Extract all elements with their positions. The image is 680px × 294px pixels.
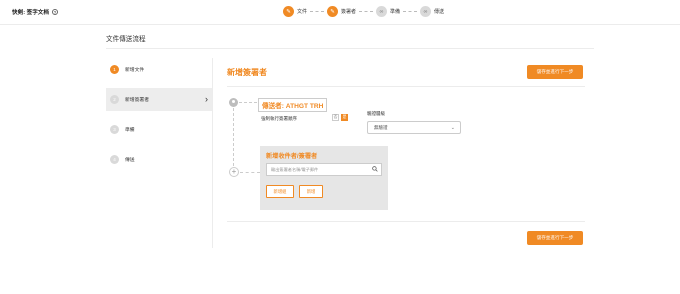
add-recipient-title: 新增收件者/簽署者 [266,153,318,160]
search-icon [372,166,378,172]
verification-level-label: 驗證層級 [367,111,385,116]
recipient-search-input[interactable]: 輸出簽署者名稱/電子郵件 [266,163,382,176]
step-document[interactable]: ✎ 文件 [283,6,307,17]
link-icon: ∞ [420,6,432,17]
nav-item-prepare[interactable]: 3 準備 [106,118,212,141]
nav-item-add-document[interactable]: 1 新增文件 [106,58,212,81]
section-title: 新增簽署者 [227,68,267,77]
step-number-badge: 2 [110,95,119,104]
nav-item-label: 新增文件 [125,68,145,73]
toggle-on-option[interactable]: 是 [341,114,348,121]
connector-line [240,172,260,173]
nav-item-send[interactable]: 4 傳送 [106,148,212,171]
nav-item-add-signers[interactable]: 2 新增簽署者 › [106,88,212,111]
chevron-down-icon: ⌄ [450,125,455,131]
step-label: 傳送 [434,9,445,15]
link-icon: ∞ [376,6,388,17]
step-connector [359,11,374,12]
search-placeholder: 輸出簽署者名稱/電子郵件 [271,166,319,172]
save-and-next-button-bottom[interactable]: 儲存並進行下一步 [527,231,583,245]
step-number-badge: 1 [110,65,119,74]
step-send[interactable]: ∞ 傳送 [420,6,444,17]
page-title: 文件傳送流程 [106,36,146,43]
step-connector [310,11,325,12]
signer-icon: ✎ [327,6,339,17]
add-button[interactable]: 新增 [299,185,323,198]
help-circle-icon[interactable]: ? [51,9,58,15]
divider [106,48,594,49]
signing-order-toggle[interactable]: 否 是 [332,114,348,121]
sender-label: 傳送者: ATHGT TRH [258,98,328,112]
step-number-badge: 3 [110,125,119,134]
progress-steps: ✎ 文件 ✎ 簽署者 ∞ 準備 ∞ 傳送 [283,6,444,17]
document-icon: ✎ [283,6,294,17]
plus-icon[interactable]: + [229,167,239,177]
step-number-badge: 4 [110,155,119,164]
brand-title: 快剣: 签字文档 [12,10,49,16]
signing-order-label: 強制執行簽署順序 [261,116,297,121]
connector-line [239,102,257,103]
step-nav: 1 新增文件 2 新增簽署者 › 3 準備 4 傳送 [106,58,212,178]
verification-level-select[interactable]: 無驗證 ⌄ [367,121,461,134]
add-recipient-panel: 新增收件者/簽署者 輸出簽署者名稱/電子郵件 新增組 新增 [260,146,388,210]
divider [227,221,585,222]
step-connector [403,11,418,12]
add-group-button[interactable]: 新增組 [266,185,294,198]
step-label: 準備 [390,9,401,15]
step-label: 簽署者 [341,9,357,15]
divider [212,58,213,248]
step-signers[interactable]: ✎ 簽署者 [327,6,356,17]
save-and-next-button[interactable]: 儲存並進行下一步 [527,65,583,79]
divider [227,86,585,87]
step-prepare[interactable]: ∞ 準備 [376,6,400,17]
nav-item-label: 準備 [125,128,135,133]
nav-item-label: 新增簽署者 [125,98,149,103]
chevron-right-icon: › [205,94,208,104]
brand: 快剣: 签字文档 ? [12,8,58,16]
top-bar: 快剣: 签字文档 ? ✎ 文件 ✎ 簽署者 ∞ 準備 ∞ 傳送 [0,0,680,25]
toggle-off-option[interactable]: 否 [332,114,339,121]
nav-item-label: 傳送 [125,158,135,163]
select-value: 無驗證 [374,124,388,130]
step-label: 文件 [297,9,308,15]
person-icon [229,98,238,107]
connector-line [233,108,234,166]
